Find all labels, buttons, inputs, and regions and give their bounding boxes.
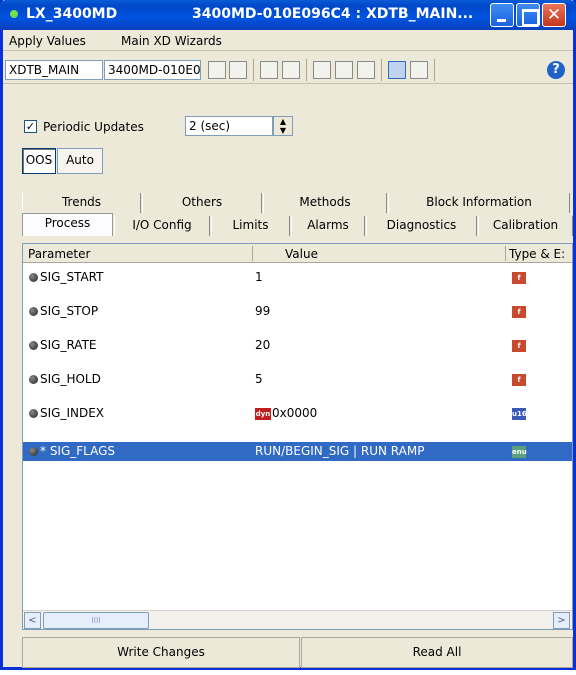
table-row[interactable]: SIG_HOLD 5 f: [23, 370, 572, 389]
toolbar-separator: [434, 59, 435, 81]
status-dot-icon: [10, 10, 18, 18]
spin-down-icon[interactable]: ▼: [274, 126, 292, 135]
grid-header: Parameter Value Type & E:: [23, 244, 572, 263]
row-value[interactable]: 1: [255, 270, 263, 284]
help-icon[interactable]: ?: [547, 61, 565, 79]
table-row[interactable]: SIG_START 1 f: [23, 268, 572, 287]
bullet-icon: [29, 341, 38, 350]
bullet-icon: [29, 307, 38, 316]
periodic-updates-label: Periodic Updates: [43, 120, 144, 134]
tab-diagnostics[interactable]: Diagnostics: [366, 216, 477, 236]
view-icon[interactable]: [282, 61, 300, 79]
tab-calibration[interactable]: Calibration: [478, 216, 573, 236]
float-type-icon: f: [512, 272, 526, 284]
row-parameter: SIG_RATE: [40, 338, 97, 352]
float-type-icon: f: [512, 306, 526, 318]
title-bar[interactable]: LX_3400MD 3400MD-010E096C4 : XDTB_MAIN..…: [0, 0, 576, 30]
bullet-icon: [29, 409, 38, 418]
detail-view-icon[interactable]: [410, 61, 428, 79]
mode-auto-button[interactable]: Auto: [57, 148, 103, 174]
horizontal-scrollbar[interactable]: < IIII >: [23, 610, 572, 629]
read-all-button[interactable]: Read All: [301, 637, 573, 668]
close-button[interactable]: ✕: [542, 3, 566, 27]
row-value[interactable]: 20: [255, 338, 270, 352]
column-divider[interactable]: [252, 246, 253, 261]
row-value[interactable]: dyn 0x0000: [255, 406, 317, 420]
toolbar-separator: [306, 59, 307, 81]
row-parameter: SIG_START: [40, 270, 104, 284]
list-view-icon[interactable]: [388, 61, 406, 79]
column-divider[interactable]: [505, 246, 506, 261]
window-title-right: 3400MD-010E096C4 : XDTB_MAIN...: [192, 6, 474, 22]
tab-trends[interactable]: Trends: [22, 193, 141, 213]
table-row[interactable]: SIG_STOP 99 f: [23, 302, 572, 321]
bullet-icon: [29, 447, 38, 456]
minimize-button[interactable]: [490, 3, 514, 27]
table-row[interactable]: SIG_RATE 20 f: [23, 336, 572, 355]
window: LX_3400MD 3400MD-010E096C4 : XDTB_MAIN..…: [0, 0, 576, 670]
bullet-icon: [29, 273, 38, 282]
toolbar-separator: [381, 59, 382, 81]
enum-type-icon: enu: [512, 446, 527, 458]
edit-icon[interactable]: [208, 61, 226, 79]
column-header-type[interactable]: Type & E:: [509, 247, 565, 261]
menu-bar: Apply Values Main XD Wizards: [3, 31, 573, 51]
scroll-left-button[interactable]: <: [24, 612, 41, 629]
arrange-icon[interactable]: [357, 61, 375, 79]
bullet-icon: [29, 375, 38, 384]
float-type-icon: f: [512, 340, 526, 352]
write-changes-button[interactable]: Write Changes: [22, 637, 300, 668]
row-parameter: SIG_HOLD: [40, 372, 101, 386]
row-value[interactable]: 5: [255, 372, 263, 386]
column-header-parameter[interactable]: Parameter: [28, 247, 90, 261]
download-icon[interactable]: [313, 61, 331, 79]
row-parameter: * SIG_FLAGS: [40, 444, 116, 458]
spin-up-icon[interactable]: ▲: [274, 117, 292, 126]
row-value-text: 0x0000: [272, 406, 318, 420]
menu-main-xd-wizards[interactable]: Main XD Wizards: [121, 34, 222, 48]
interval-spinner[interactable]: ▲ ▼: [273, 116, 293, 136]
edit-all-icon[interactable]: [229, 61, 247, 79]
column-header-value[interactable]: Value: [285, 247, 318, 261]
menu-apply-values[interactable]: Apply Values: [9, 34, 86, 48]
tab-others[interactable]: Others: [142, 193, 262, 213]
tab-process[interactable]: Process: [22, 213, 113, 236]
table-row-selected[interactable]: * SIG_FLAGS RUN/BEGIN_SIG | RUN RAMP enu: [23, 442, 572, 461]
maximize-button[interactable]: [516, 3, 540, 27]
uint16-type-icon: u16: [512, 408, 527, 420]
toolbar: XDTB_MAIN 3400MD-010E096C4 ?: [3, 52, 573, 84]
toolbar-separator: [253, 59, 254, 81]
tab-block-information[interactable]: Block Information: [388, 193, 570, 213]
tab-limits[interactable]: Limits: [211, 216, 290, 236]
scroll-thumb[interactable]: IIII: [43, 612, 149, 629]
tab-alarms[interactable]: Alarms: [291, 216, 365, 236]
float-type-icon: f: [512, 374, 526, 386]
scroll-right-button[interactable]: >: [553, 612, 570, 629]
device-field[interactable]: 3400MD-010E096C4: [104, 60, 201, 80]
block-field[interactable]: XDTB_MAIN: [5, 60, 103, 80]
row-parameter: SIG_INDEX: [40, 406, 105, 420]
mode-oos-button[interactable]: OOS: [22, 148, 56, 174]
row-parameter: SIG_STOP: [40, 304, 99, 318]
update-interval-field[interactable]: 2 (sec): [185, 116, 273, 136]
tab-io-config[interactable]: I/O Config: [114, 216, 210, 236]
window-title-left: LX_3400MD: [26, 6, 118, 22]
periodic-updates-checkbox[interactable]: ✓: [24, 120, 37, 133]
tab-methods[interactable]: Methods: [263, 193, 387, 213]
table-row[interactable]: SIG_INDEX dyn 0x0000 u16: [23, 404, 572, 423]
row-value[interactable]: 99: [255, 304, 270, 318]
dynamic-icon: dyn: [255, 408, 271, 420]
wizard-icon[interactable]: [260, 61, 278, 79]
transfer-icon[interactable]: [335, 61, 353, 79]
parameter-grid[interactable]: Parameter Value Type & E: SIG_START 1 f …: [22, 243, 573, 630]
row-value[interactable]: RUN/BEGIN_SIG | RUN RAMP: [255, 444, 424, 458]
